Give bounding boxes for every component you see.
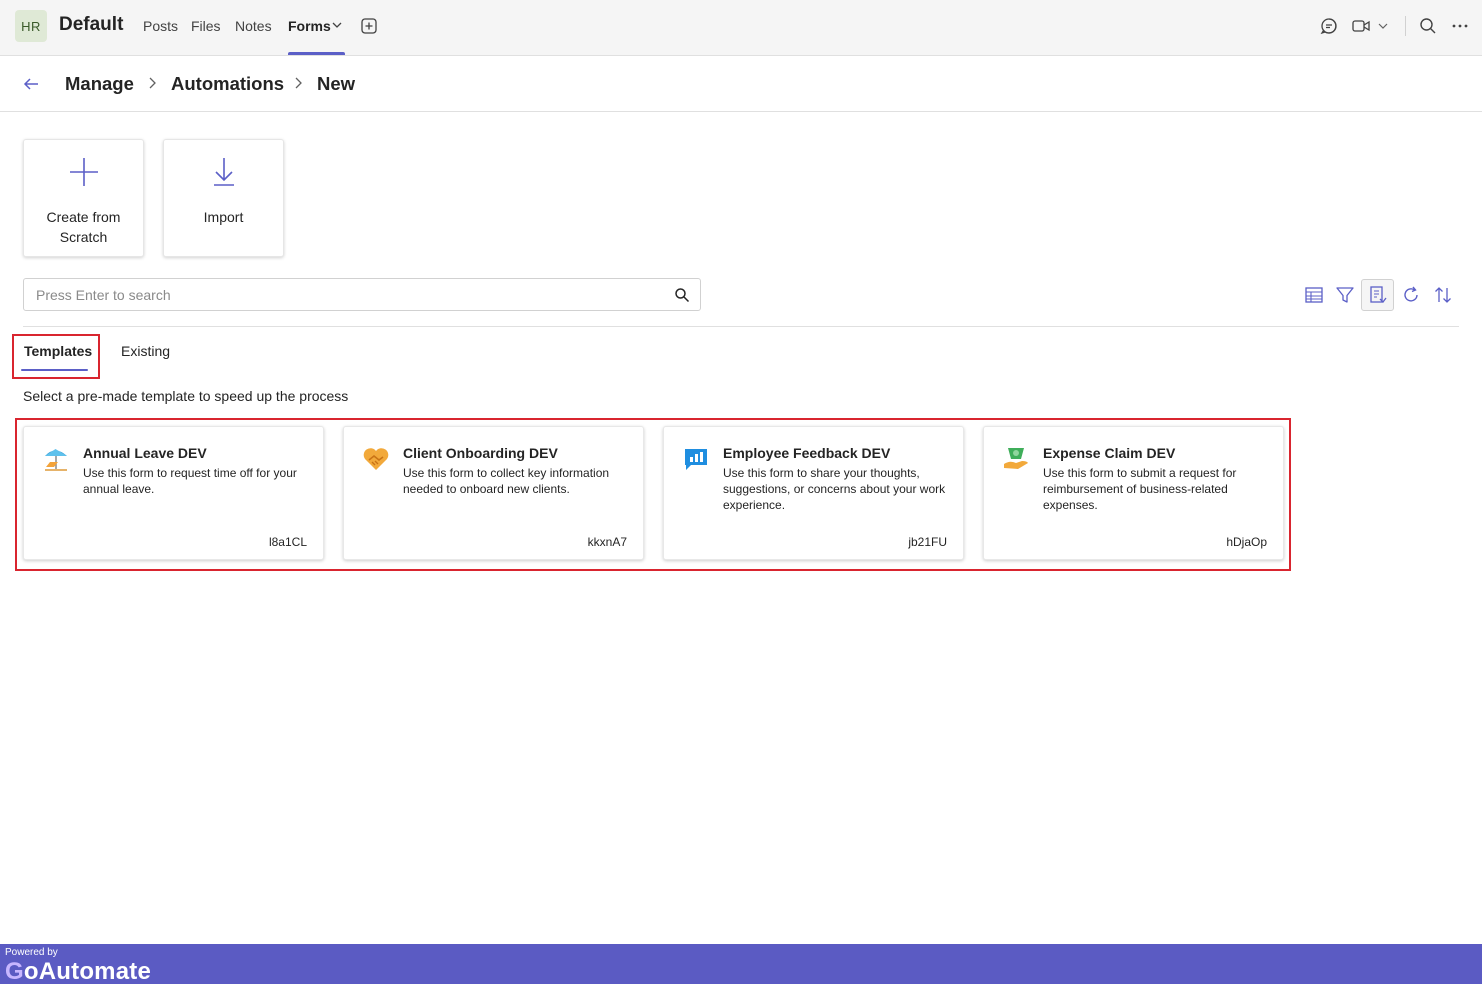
template-card-annual-leave[interactable]: Annual Leave DEV Use this form to reques… <box>23 426 324 560</box>
template-code: kkxnA7 <box>587 535 627 549</box>
team-name[interactable]: Default <box>59 14 123 36</box>
search-icon[interactable] <box>674 287 690 303</box>
template-card-client-onboarding[interactable]: Client Onboarding DEV Use this form to c… <box>343 426 644 560</box>
plus-icon <box>70 158 98 186</box>
more-options-icon[interactable] <box>1450 16 1470 36</box>
template-code: hDjaOp <box>1226 535 1267 549</box>
video-options-chevron-icon[interactable] <box>1377 20 1389 32</box>
breadcrumb-automations[interactable]: Automations <box>171 73 284 95</box>
brand-logo[interactable]: GoAutomate <box>5 958 151 984</box>
import-label: Import <box>203 209 244 225</box>
divider <box>23 326 1459 327</box>
sort-icon[interactable] <box>1433 285 1453 305</box>
import-button[interactable]: Import <box>163 139 284 257</box>
breadcrumb-manage[interactable]: Manage <box>65 73 134 95</box>
add-tab-icon[interactable] <box>360 17 378 35</box>
tab-existing[interactable]: Existing <box>121 343 170 359</box>
chevron-right-icon <box>149 77 156 89</box>
tab-files[interactable]: Files <box>191 18 221 34</box>
template-description: Use this form to request time off for yo… <box>83 466 297 496</box>
money-hand-icon <box>1004 448 1028 469</box>
breadcrumb-new: New <box>317 73 356 94</box>
tab-forms[interactable]: Forms <box>288 18 331 34</box>
tab-notes[interactable]: Notes <box>235 18 272 34</box>
search-icon[interactable] <box>1418 16 1438 36</box>
templates-hint: Select a pre-made template to speed up t… <box>23 388 349 404</box>
template-description: Use this form to submit a request for re… <box>1043 466 1237 512</box>
template-title: Expense Claim DEV <box>1043 445 1176 461</box>
chat-chart-icon <box>685 449 707 470</box>
create-from-scratch-button[interactable]: Create from Scratch <box>23 139 144 257</box>
table-view-icon[interactable] <box>1304 285 1324 305</box>
active-tab-indicator <box>288 52 345 55</box>
template-card-expense-claim[interactable]: Expense Claim DEV Use this form to submi… <box>983 426 1284 560</box>
toolbar-divider <box>1405 16 1406 36</box>
breadcrumb: Manage Automations New <box>0 57 1482 112</box>
app-header: HR Default Posts Files Notes Forms <box>0 0 1482 56</box>
brand-logo-text: oAutomate <box>23 958 152 984</box>
team-avatar[interactable]: HR <box>15 10 47 42</box>
handshake-heart-icon <box>363 448 389 470</box>
template-title: Client Onboarding DEV <box>403 445 558 461</box>
search-box[interactable] <box>23 278 701 311</box>
template-title: Employee Feedback DEV <box>723 445 891 461</box>
back-arrow-icon[interactable] <box>22 75 40 93</box>
beach-umbrella-icon <box>45 449 67 471</box>
brand-logo-g: G <box>5 958 24 984</box>
footer-banner: Powered by GoAutomate <box>0 944 1482 984</box>
video-call-icon[interactable] <box>1351 16 1371 36</box>
template-description: Use this form to collect key information… <box>403 466 610 496</box>
filter-icon[interactable] <box>1335 285 1355 305</box>
tab-posts[interactable]: Posts <box>143 18 178 34</box>
chevron-down-icon[interactable] <box>330 18 344 32</box>
templates-tab-highlight <box>12 334 100 379</box>
template-card-employee-feedback[interactable]: Employee Feedback DEV Use this form to s… <box>663 426 964 560</box>
chat-icon[interactable] <box>1319 16 1339 36</box>
powered-by-label: Powered by <box>5 947 58 958</box>
template-code: jb21FU <box>908 535 947 549</box>
template-code: l8a1CL <box>268 535 307 549</box>
template-title: Annual Leave DEV <box>83 445 207 461</box>
list-settings-icon[interactable] <box>1368 285 1388 305</box>
refresh-icon[interactable] <box>1401 285 1421 305</box>
template-description: Use this form to share your thoughts, su… <box>723 466 946 512</box>
create-from-scratch-label: Create from Scratch <box>46 209 121 245</box>
search-input[interactable] <box>36 285 656 305</box>
download-icon <box>214 158 234 186</box>
chevron-right-icon <box>295 77 302 89</box>
